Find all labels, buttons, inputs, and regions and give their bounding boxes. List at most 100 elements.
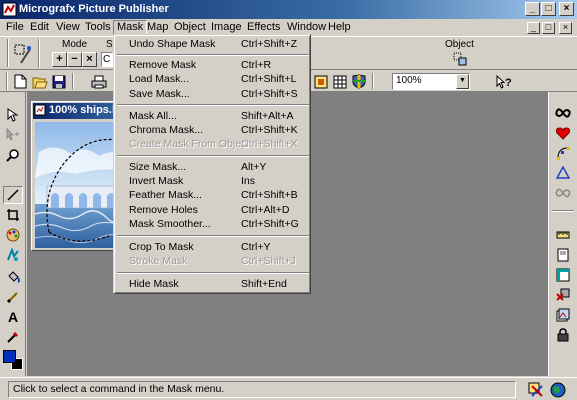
bucket-fill-icon[interactable] [3,268,23,286]
select-object-icon[interactable] [312,73,329,90]
window-title: Micrografx Picture Publisher [19,3,169,15]
image-stack-icon[interactable] [553,306,573,324]
status-text: Click to select a command in the Mask me… [8,381,516,398]
lock-icon[interactable] [553,326,573,344]
open-folder-icon[interactable] [31,73,48,90]
menu-item-label: Invert Mask [129,175,184,187]
shield-icon[interactable] [350,73,367,90]
menu-item-undo-shape-mask[interactable]: Undo Shape Mask Ctrl+Shift+Z [117,37,309,52]
menu-item-stroke-mask: Stroke Mask Ctrl+Shift+J [117,254,309,269]
menu-item-shortcut: Ctrl+Y [241,241,271,253]
print-icon[interactable] [90,73,107,90]
menu-item-shortcut: Ctrl+Shift+X [241,138,298,150]
brush-icon[interactable] [3,288,23,306]
menu-item-mask-smoother[interactable]: Mask Smoother... Ctrl+Shift+G [117,217,309,232]
transform-icon[interactable] [3,126,23,144]
doc-minimize-button[interactable]: _ [527,22,540,34]
toolbar-sep-2 [372,73,374,89]
menu-item-label: Chroma Mask... [129,124,204,136]
object-label: Object [445,39,474,50]
mask-tool-icon[interactable] [13,43,33,65]
menu-item-size-mask[interactable]: Size Mask... Alt+Y [117,160,309,175]
foreground-color[interactable] [3,350,16,363]
menu-item-label: Mask Smoother... [129,218,211,230]
menu-view[interactable]: View [53,20,83,35]
menu-map[interactable]: Map [144,20,171,35]
menu-mask[interactable]: Mask [113,20,148,35]
grid-icon[interactable] [331,73,348,90]
menu-item-label: Size Mask... [129,161,187,173]
doc-restore-button[interactable]: □ [542,22,555,34]
color-swatch[interactable] [3,350,23,370]
image-window-title: 100% ships.b [49,104,119,116]
menu-item-create-mask-from-object: Create Mask From Object Ctrl+Shift+X [117,137,309,152]
menu-item-shortcut: Ctrl+R [241,59,272,71]
toolbar-grip [6,72,8,90]
zoom-icon[interactable] [3,146,23,164]
pointer-icon[interactable] [3,106,23,124]
menu-file[interactable]: File [3,20,27,35]
frame-icon[interactable] [553,266,573,284]
save-icon[interactable] [50,73,67,90]
app-icon [2,2,17,17]
mode-add-button[interactable]: + [52,52,67,67]
line-tool-icon[interactable] [3,186,23,204]
menu-item-label: Stroke Mask [129,255,188,267]
left-toolbox: A [0,92,26,376]
infinity-icon[interactable] [553,104,573,122]
menu-effects[interactable]: Effects [244,20,283,35]
node-edit-icon[interactable] [553,144,573,162]
menu-window[interactable]: Window [284,20,329,35]
right-toolbox-sep [552,210,574,212]
ruler-icon[interactable] [553,226,573,244]
close-button[interactable]: × [559,2,574,16]
doc-close-button[interactable]: × [559,22,572,34]
title-bar: Micrografx Picture Publisher _ □ × [0,0,577,19]
menu-help[interactable]: Help [325,20,354,35]
chevron-down-icon[interactable]: ▼ [456,74,469,89]
crop-icon[interactable] [3,206,23,224]
menu-item-shortcut: Ctrl+Shift+G [241,218,299,230]
shape-field[interactable]: C [101,52,113,67]
link-icon[interactable] [553,184,573,202]
menu-image[interactable]: Image [208,20,245,35]
menu-item-hide-mask[interactable]: Hide Mask Shift+End [117,277,309,292]
menu-item-chroma-mask[interactable]: Chroma Mask... Ctrl+Shift+K [117,123,309,138]
menu-item-crop-to-mask[interactable]: Crop To Mask Ctrl+Y [117,240,309,255]
mode-subtract-button[interactable]: − [67,52,82,67]
ribbon-divider [38,39,40,67]
menu-item-remove-holes[interactable]: Remove Holes Ctrl+Alt+D [117,203,309,218]
mode-xor-button[interactable]: × [82,52,97,67]
menu-edit[interactable]: Edit [27,20,52,35]
menu-item-label: Crop To Mask [129,241,194,253]
mask-status-icon[interactable] [528,382,544,398]
heart-icon[interactable] [553,124,573,142]
menu-object[interactable]: Object [171,20,209,35]
clone-icon[interactable] [3,246,23,264]
menu-item-mask-all[interactable]: Mask All... Shift+Alt+A [117,109,309,124]
new-file-icon[interactable] [12,73,29,90]
menu-item-invert-mask[interactable]: Invert Mask Ins [117,174,309,189]
menu-item-shortcut: Ctrl+Alt+D [241,204,290,216]
menu-item-shortcut: Ctrl+Shift+S [241,88,298,100]
maximize-button[interactable]: □ [541,2,556,16]
menu-item-feather-mask[interactable]: Feather Mask... Ctrl+Shift+B [117,188,309,203]
menu-item-label: Mask All... [129,110,177,122]
menu-tools[interactable]: Tools [82,20,114,35]
object-tool-icon[interactable] [452,51,468,67]
zoom-dropdown[interactable]: 100% ▼ [392,73,470,90]
eyedropper-icon[interactable] [3,328,23,346]
page-icon[interactable] [553,246,573,264]
minimize-button[interactable]: _ [525,2,540,16]
delete-objects-icon[interactable] [553,286,573,304]
paint-palette-icon[interactable] [3,226,23,244]
text-tool-icon[interactable]: A [3,308,23,326]
menu-item-remove-mask[interactable]: Remove Mask Ctrl+R [117,58,309,73]
shape-outline-icon[interactable] [553,164,573,182]
globe-icon[interactable] [550,382,566,398]
menu-separator [117,272,309,274]
menu-item-save-mask[interactable]: Save Mask... Ctrl+Shift+S [117,87,309,102]
menu-item-shortcut: Ins [241,175,256,187]
context-help-icon[interactable]: ? [495,73,512,90]
menu-item-load-mask[interactable]: Load Mask... Ctrl+Shift+L [117,72,309,87]
